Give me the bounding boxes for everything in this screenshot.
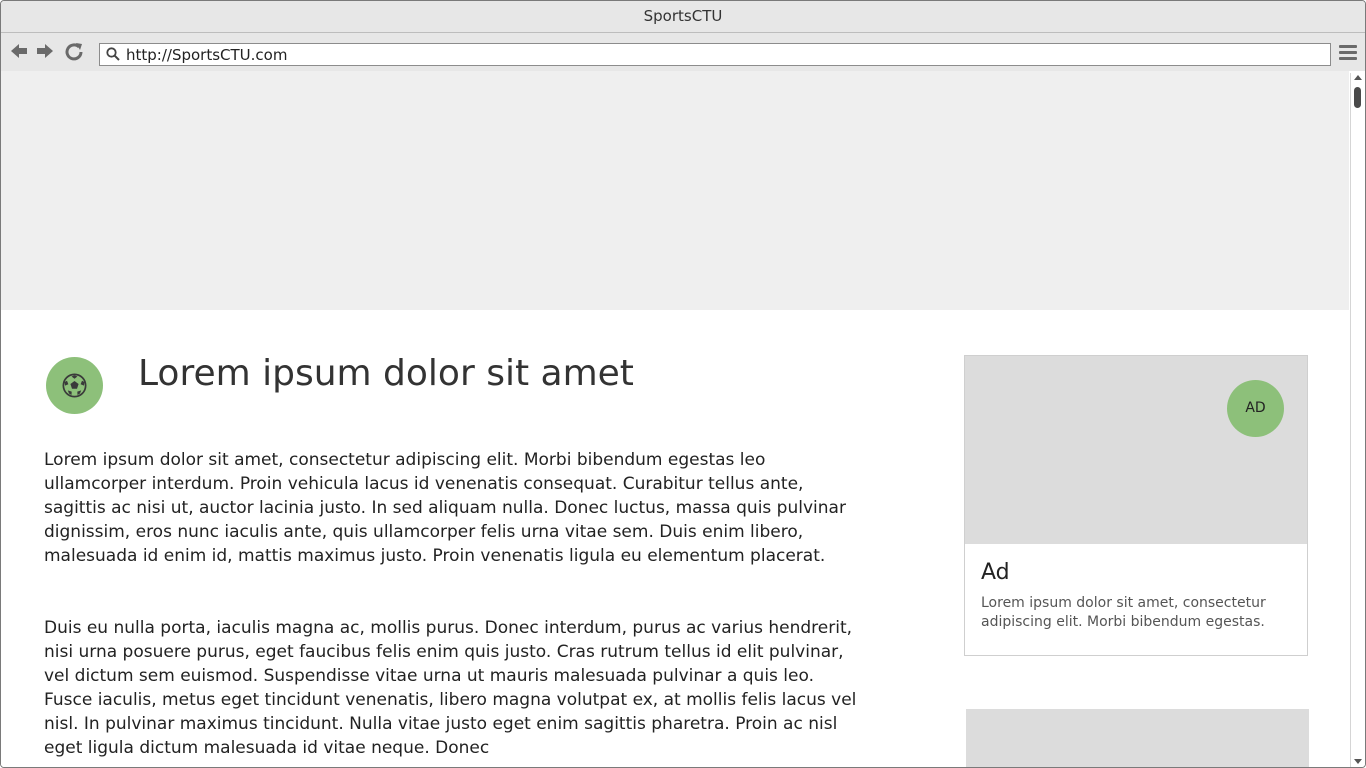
hamburger-menu-icon [1339, 45, 1357, 60]
scrollbar-thumb[interactable] [1354, 87, 1361, 108]
ad-description: Lorem ipsum dolor sit amet, consectetur … [981, 595, 1266, 630]
browser-toolbar [1, 33, 1365, 71]
article-category-badge [46, 357, 103, 414]
url-input[interactable] [126, 44, 1306, 65]
reload-icon [65, 43, 83, 61]
article-title: Lorem ipsum dolor sit amet [138, 353, 634, 394]
ad-badge: AD [1227, 380, 1284, 437]
article-paragraph: Duis eu nulla porta, iaculis magna ac, m… [44, 618, 857, 758]
ad-image-placeholder: AD [965, 356, 1307, 544]
back-button[interactable] [7, 39, 31, 63]
page-viewport: Lorem ipsum dolor sit amet Lorem ipsum d… [1, 71, 1349, 767]
menu-button[interactable] [1339, 45, 1357, 61]
ad-card-secondary[interactable] [966, 709, 1309, 767]
scroll-down-arrow-icon[interactable] [1354, 759, 1362, 764]
arrow-right-icon [37, 44, 53, 58]
search-icon [106, 47, 120, 61]
window-title: SportsCTU [1, 1, 1365, 33]
browser-window: SportsCTU http://SportsCTU.com Lorem ips… [0, 0, 1366, 768]
soccer-ball-icon [62, 373, 87, 398]
vertical-scrollbar[interactable] [1350, 73, 1365, 767]
article-paragraph: Lorem ipsum dolor sit amet, consectetur … [44, 450, 846, 566]
scroll-up-arrow-icon[interactable] [1354, 75, 1362, 80]
reload-button[interactable] [62, 39, 86, 63]
ad-card[interactable]: AD Ad Lorem ipsum dolor sit amet, consec… [964, 355, 1308, 656]
address-bar[interactable] [99, 43, 1331, 66]
ad-title: Ad [981, 560, 1010, 585]
forward-button[interactable] [33, 39, 57, 63]
banner-placeholder [1, 71, 1349, 310]
arrow-left-icon [11, 44, 27, 58]
